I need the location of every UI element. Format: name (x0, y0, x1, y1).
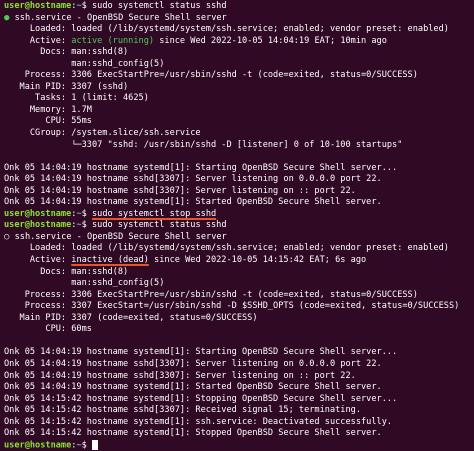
prompt-line: user@hostname:~$ sudo systemctl stop ssh… (4, 209, 470, 221)
service-header-line: ● ssh.service - OpenBSD Secure Shell ser… (4, 13, 470, 25)
output-line: Main PID: 3307 (sshd) (4, 81, 129, 92)
output-line: man:sshd_config(5) (4, 278, 165, 289)
output-line: Docs: man:sshd(8) (4, 47, 129, 58)
output-line: Process: 3307 ExecStart=/usr/sbin/sshd -… (4, 301, 460, 312)
output-line: Onk 05 14:15:42 hostname sshd[3307]: Rec… (4, 405, 361, 416)
output-line: Tasks: 1 (limit: 4625) (4, 93, 149, 104)
command-text: sudo systemctl status sshd (92, 1, 227, 11)
active-since-text: since Wed 2022-10-05 14:04:19 EAT; 10min… (154, 35, 387, 46)
prompt-user-host: user@hostname (4, 1, 72, 11)
prompt-user-host: user@hostname (4, 220, 72, 231)
output-line: Onk 05 14:15:42 hostname systemd[1]: Sto… (4, 428, 382, 439)
output-line: Onk 05 14:04:19 hostname sshd[3307]: Ser… (4, 185, 356, 196)
active-since-text: since Wed 2022-10-05 14:15:42 EAT; 6s ag… (148, 255, 367, 266)
prompt-user-host: user@hostname (4, 440, 72, 451)
output-line: Onk 05 14:04:19 hostname sshd[3307]: Ser… (4, 358, 382, 369)
service-title: ssh.service - OpenBSD Secure Shell serve… (9, 231, 227, 242)
active-status-value: active (running) (71, 35, 155, 46)
output-line: Onk 05 14:15:42 hostname systemd[1]: Sto… (4, 393, 398, 404)
output-line: Onk 05 14:04:19 hostname systemd[1]: Sta… (4, 197, 382, 208)
prompt-dollar: $ (81, 440, 92, 451)
active-status-value: inactive (dead) (71, 255, 149, 266)
prompt-dollar: $ (81, 220, 92, 231)
prompt-dollar: $ (81, 208, 92, 219)
output-line: Loaded: loaded (/lib/systemd/system/ssh.… (4, 24, 449, 35)
service-header-line: ○ ssh.service - OpenBSD Secure Shell ser… (4, 232, 470, 244)
output-line: └─3307 "sshd: /usr/sbin/sshd -D [listene… (4, 139, 403, 150)
active-label: Active: (4, 35, 72, 46)
command-text: sudo systemctl stop sshd (92, 208, 217, 219)
active-status-line: Active: inactive (dead) since Wed 2022-1… (4, 255, 470, 267)
output-line: Loaded: loaded (/lib/systemd/system/ssh.… (4, 243, 449, 254)
output-line: CGroup: /system.slice/ssh.service (4, 128, 201, 139)
service-title: ssh.service - OpenBSD Secure Shell serve… (9, 12, 227, 23)
terminal-window[interactable]: user@hostname:~$ sudo systemctl status s… (0, 0, 474, 450)
output-line: Onk 05 14:15:42 hostname systemd[1]: ssh… (4, 416, 393, 427)
output-line: Process: 3306 ExecStartPre=/usr/sbin/ssh… (4, 70, 418, 81)
output-line: CPU: 55ms (4, 116, 92, 127)
prompt-dollar: $ (81, 1, 92, 11)
output-line: Process: 3306 ExecStartPre=/usr/sbin/ssh… (4, 289, 418, 300)
output-line: Onk 05 14:04:19 hostname systemd[1]: Sta… (4, 347, 398, 358)
prompt-line: user@hostname:~$ sudo systemctl status s… (4, 220, 470, 232)
output-line: Onk 05 14:04:19 hostname sshd[3307]: Ser… (4, 174, 382, 185)
prompt-line: user@hostname:~$ sudo systemctl status s… (4, 1, 470, 13)
output-line: Onk 05 14:04:19 hostname systemd[1]: Sta… (4, 162, 398, 173)
output-line: man:sshd_config(5) (4, 58, 165, 69)
active-status-line: Active: active (running) since Wed 2022-… (4, 36, 470, 48)
output-line: Onk 05 14:04:19 hostname sshd[3307]: Ser… (4, 370, 356, 381)
command-text: sudo systemctl status sshd (92, 220, 227, 231)
active-label: Active: (4, 255, 72, 266)
prompt-user-host: user@hostname (4, 208, 72, 219)
output-line: Onk 05 14:04:19 hostname systemd[1]: Sta… (4, 382, 382, 393)
output-line: Main PID: 3307 (code=exited, status=0/SU… (4, 312, 258, 323)
output-line: CPU: 60ms (4, 324, 92, 335)
output-line: Docs: man:sshd(8) (4, 266, 129, 277)
prompt-line: user@hostname:~$ (4, 439, 470, 451)
output-line: Memory: 1.7M (4, 104, 92, 115)
